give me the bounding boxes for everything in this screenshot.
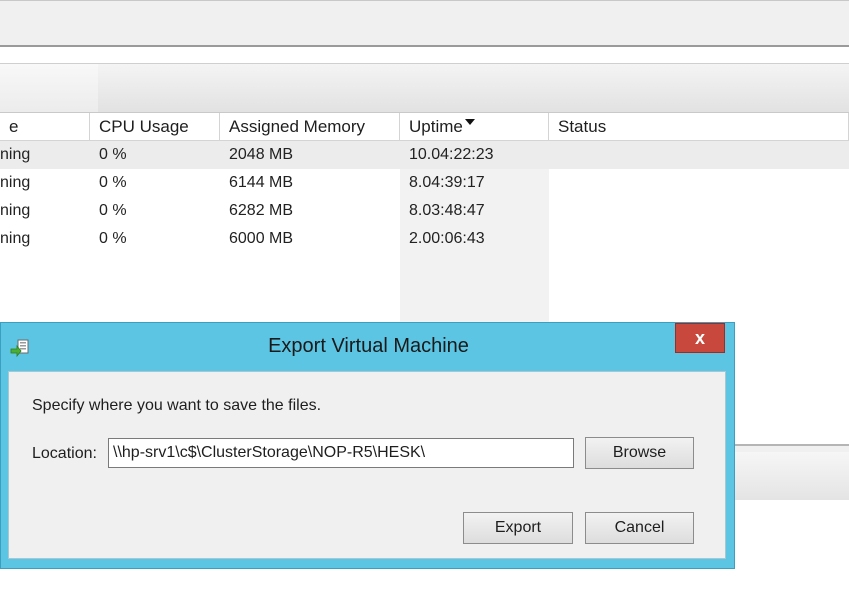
section-header-tab: [0, 64, 98, 112]
vm-state: ning: [0, 146, 31, 163]
virtual-machines-section-header: [0, 63, 849, 113]
cancel-button[interactable]: Cancel: [585, 512, 694, 544]
dialog-title: Export Virtual Machine: [268, 335, 469, 357]
column-header-uptime[interactable]: Uptime: [400, 113, 549, 141]
vm-assigned-memory: 2048 MB: [229, 146, 294, 163]
details-pane-header: [730, 452, 849, 500]
location-input[interactable]: [108, 438, 574, 468]
vm-row[interactable]: ning 0 % 6282 MB 8.03:48:47: [0, 197, 849, 225]
column-header-state[interactable]: e: [0, 113, 90, 141]
vm-uptime: 8.03:48:47: [409, 202, 485, 219]
dialog-content: Specify where you want to save the files…: [8, 371, 726, 559]
column-header-label: e: [9, 117, 19, 136]
export-virtual-machine-dialog: Export Virtual Machine x Specify where y…: [0, 322, 735, 569]
vm-assigned-memory: 6000 MB: [229, 230, 294, 247]
vm-state: ning: [0, 230, 31, 247]
column-header-label: CPU Usage: [99, 117, 189, 136]
vm-uptime: 10.04:22:23: [409, 146, 494, 163]
vm-uptime: 8.04:39:17: [409, 174, 485, 191]
sort-descending-icon: [464, 119, 475, 125]
top-divider: [0, 0, 849, 1]
export-button[interactable]: Export: [463, 512, 573, 544]
close-icon: x: [694, 328, 705, 348]
column-header-cpu-usage[interactable]: CPU Usage: [90, 113, 220, 141]
top-toolbar-area: [0, 0, 849, 47]
vm-cpu-usage: 0 %: [99, 174, 127, 191]
vm-cpu-usage: 0 %: [99, 202, 127, 219]
column-header-label: Uptime: [409, 117, 463, 136]
vm-state: ning: [0, 174, 31, 191]
details-pane-edge: [730, 444, 849, 500]
browse-button[interactable]: Browse: [585, 437, 694, 469]
column-header-label: Assigned Memory: [229, 117, 366, 136]
vm-row[interactable]: ning 0 % 6144 MB 8.04:39:17: [0, 169, 849, 197]
vm-assigned-memory: 6144 MB: [229, 174, 294, 191]
vm-assigned-memory: 6282 MB: [229, 202, 294, 219]
location-label: Location:: [32, 445, 97, 462]
vm-cpu-usage: 0 %: [99, 230, 127, 247]
vm-row[interactable]: ning 0 % 6000 MB 2.00:06:43: [0, 225, 849, 253]
virtual-machine-list: e CPU Usage Assigned Memory Uptime Statu…: [0, 113, 849, 361]
column-header-label: Status: [558, 117, 607, 136]
vm-cpu-usage: 0 %: [99, 146, 127, 163]
vm-row[interactable]: ning 0 % 2048 MB 10.04:22:23: [0, 141, 849, 169]
dialog-prompt: Specify where you want to save the files…: [32, 397, 322, 414]
column-header-assigned-memory[interactable]: Assigned Memory: [220, 113, 400, 141]
column-header-status[interactable]: Status: [549, 113, 849, 141]
close-button[interactable]: x: [675, 323, 725, 353]
vm-state: ning: [0, 202, 31, 219]
vm-uptime: 2.00:06:43: [409, 230, 485, 247]
